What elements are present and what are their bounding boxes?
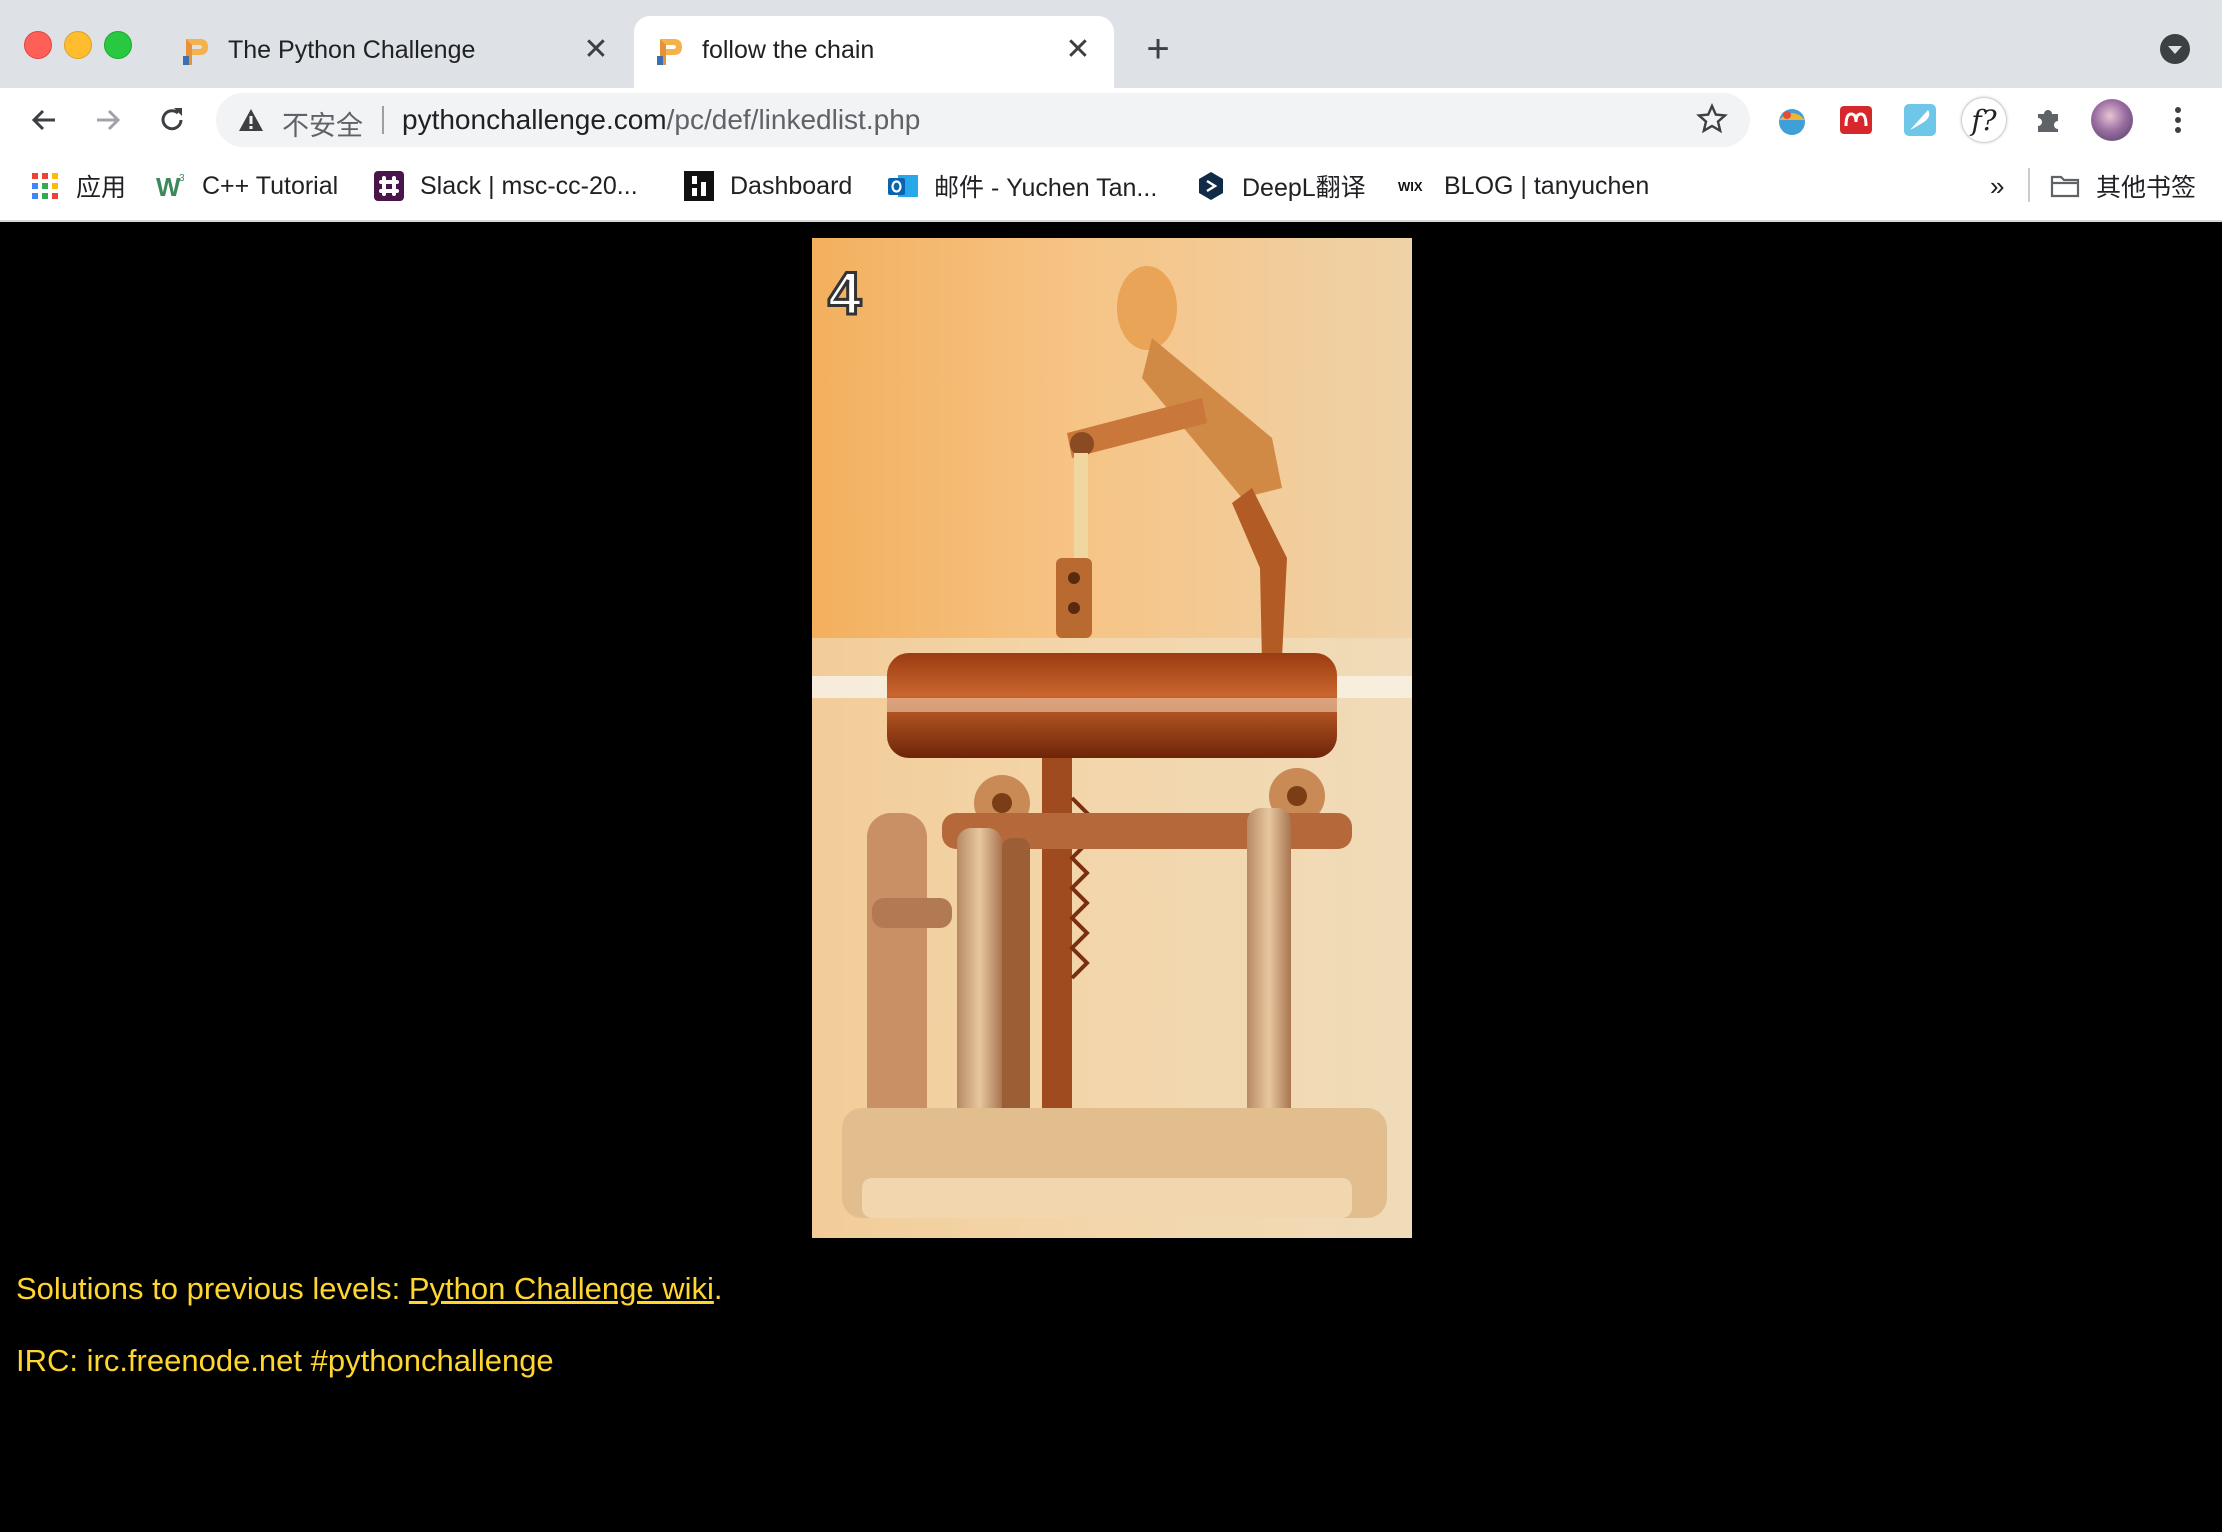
back-button[interactable] bbox=[20, 96, 68, 144]
mendeley-icon[interactable] bbox=[1834, 98, 1878, 142]
new-tab-button[interactable]: + bbox=[1134, 26, 1182, 74]
bookmark-label: BLOG | tanyuchen bbox=[1444, 171, 1650, 200]
bookmark-cpp-tutorial[interactable]: W 3 C++ Tutorial bbox=[156, 166, 338, 206]
python-challenge-favicon-icon bbox=[183, 39, 208, 65]
forward-button[interactable] bbox=[84, 96, 132, 144]
omnibox-divider bbox=[382, 106, 384, 134]
url-text[interactable]: pythonchallenge.com/pc/def/linkedlist.ph… bbox=[402, 104, 920, 136]
tab-title: follow the chain bbox=[702, 36, 875, 64]
avatar[interactable] bbox=[2090, 98, 2134, 142]
folder-icon bbox=[2050, 175, 2080, 198]
url-path: /pc/def/linkedlist.php bbox=[666, 104, 921, 135]
url-host: pythonchallenge.com bbox=[402, 104, 667, 135]
bookmarks-overflow-button[interactable]: » bbox=[1990, 166, 2004, 206]
tab-follow-the-chain[interactable]: follow the chain ✕ bbox=[634, 16, 1114, 88]
puzzle-number: 4 bbox=[828, 260, 862, 327]
python-challenge-wiki-link[interactable]: Python Challenge wiki bbox=[409, 1271, 714, 1306]
forward-arrow-icon bbox=[97, 109, 121, 131]
colorful-extension-icon[interactable] bbox=[1770, 98, 1814, 142]
bookmarks-separator bbox=[2028, 168, 2030, 202]
bookmark-label: C++ Tutorial bbox=[202, 171, 339, 200]
feather-extension-icon[interactable] bbox=[1898, 98, 1942, 142]
bookmark-label: Dashboard bbox=[730, 171, 853, 200]
bookmark-deepl[interactable]: DeepL翻译 bbox=[1196, 166, 1366, 206]
puzzle-image[interactable]: 4 bbox=[812, 238, 1412, 1238]
function-extension-icon[interactable]: f? bbox=[1962, 98, 2006, 142]
bookmark-slack[interactable]: Slack | msc-cc-20... bbox=[374, 166, 638, 206]
minimize-window-button[interactable] bbox=[64, 31, 92, 59]
reload-icon bbox=[161, 108, 183, 131]
close-window-button[interactable] bbox=[24, 31, 52, 59]
deepl-icon bbox=[1199, 172, 1223, 200]
svg-text:3: 3 bbox=[179, 173, 185, 184]
bookmark-outlook[interactable]: 邮件 - Yuchen Tan... bbox=[888, 166, 1157, 206]
security-label[interactable]: 不安全 bbox=[282, 104, 363, 143]
bookmark-label: 其他书签 bbox=[2096, 174, 2197, 202]
svg-text:WIX: WIX bbox=[1398, 179, 1423, 194]
wix-icon: WIX bbox=[1398, 179, 1423, 194]
solutions-suffix: . bbox=[713, 1271, 723, 1306]
bookmark-apps[interactable]: 应用 bbox=[30, 166, 126, 206]
page-content: 4 Solutions to previous levels: Python C… bbox=[0, 222, 2222, 1532]
solutions-line: Solutions to previous levels: Python Cha… bbox=[16, 1271, 723, 1307]
back-arrow-icon bbox=[31, 109, 55, 131]
bookmark-label: 应用 bbox=[76, 174, 127, 202]
slack-icon bbox=[374, 171, 404, 201]
puzzle-icon[interactable] bbox=[2026, 98, 2070, 142]
bookmarks-bar: 应用 W 3 C++ Tutorial Slack | msc-cc-20...… bbox=[0, 152, 2222, 222]
address-bar[interactable]: 不安全 pythonchallenge.com/pc/def/linkedlis… bbox=[216, 93, 1750, 147]
bookmark-dashboard[interactable]: Dashboard bbox=[684, 166, 852, 206]
toolbar: 不安全 pythonchallenge.com/pc/def/linkedlis… bbox=[0, 88, 2222, 152]
bookmark-label: Slack | msc-cc-20... bbox=[420, 171, 638, 200]
irc-line: IRC: irc.freenode.net #pythonchallenge bbox=[16, 1343, 554, 1378]
tab-title: The Python Challenge bbox=[228, 36, 476, 64]
tab-strip: The Python Challenge ✕ follow the chain … bbox=[0, 0, 2222, 88]
outlook-icon bbox=[888, 175, 918, 197]
function-extension-label: f? bbox=[1962, 98, 2006, 142]
w3schools-icon: W 3 bbox=[156, 172, 185, 201]
close-tab-icon[interactable]: ✕ bbox=[1060, 32, 1096, 68]
warning-icon[interactable] bbox=[238, 107, 264, 133]
tab-search-icon[interactable] bbox=[2160, 34, 2190, 64]
solutions-prefix: Solutions to previous levels: bbox=[16, 1271, 409, 1306]
close-tab-icon[interactable]: ✕ bbox=[578, 32, 614, 68]
dashboard-icon bbox=[684, 171, 714, 201]
menu-kebab-icon[interactable] bbox=[2156, 98, 2200, 142]
svg-text:W: W bbox=[156, 172, 181, 201]
reload-button[interactable] bbox=[148, 96, 196, 144]
bookmark-label: 邮件 - Yuchen Tan... bbox=[934, 174, 1158, 202]
bookmark-blog[interactable]: WIX BLOG | tanyuchen bbox=[1398, 166, 1649, 206]
apps-grid-icon bbox=[32, 173, 58, 199]
maximize-window-button[interactable] bbox=[104, 31, 132, 59]
python-challenge-favicon-icon bbox=[657, 39, 682, 65]
tab-python-challenge[interactable]: The Python Challenge ✕ bbox=[160, 16, 632, 88]
other-bookmarks-folder[interactable]: 其他书签 bbox=[2050, 166, 2196, 206]
browser-chrome: The Python Challenge ✕ follow the chain … bbox=[0, 0, 2222, 222]
bookmark-label: DeepL翻译 bbox=[1242, 174, 1366, 202]
bookmark-star-icon[interactable] bbox=[1696, 103, 1728, 135]
